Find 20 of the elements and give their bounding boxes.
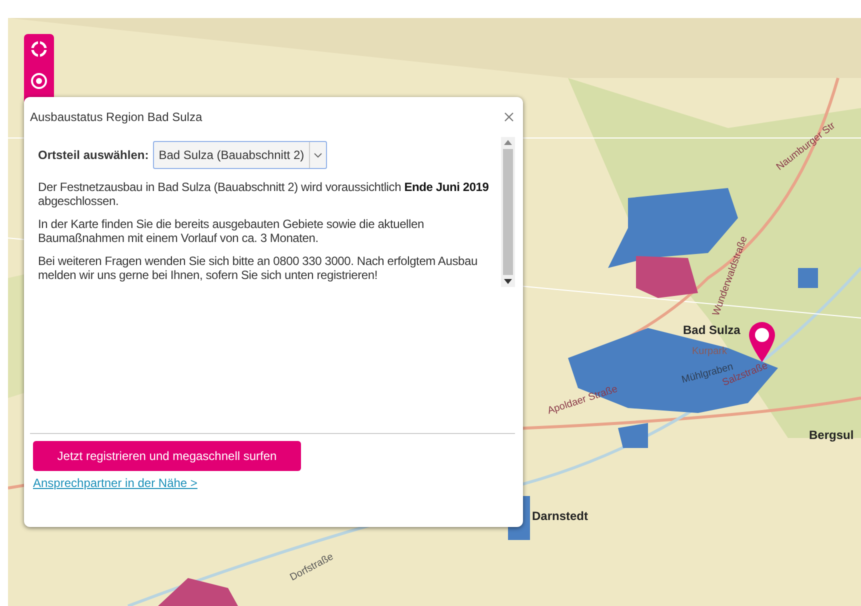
district-select[interactable]: Bad Sulza (Bauabschnitt 2) — [152, 141, 328, 169]
target-icon[interactable] — [30, 72, 48, 90]
info-paragraph: Der Festnetzausbau in Bad Sulza (Bauabschnitt 2) wird voraussichtlich Ende Juni 2019 abgeschlossen. — [38, 180, 490, 208]
register-button[interactable]: Jetzt registrieren und megaschnell surfen — [33, 441, 301, 471]
scroll-down-icon[interactable] — [504, 279, 512, 284]
scroll-up-icon[interactable] — [504, 140, 512, 145]
dialog-title: Ausbaustatus Region Bad Sulza — [30, 110, 202, 124]
info-paragraph: In der Karte finden Sie die bereits ausgebauten Gebiete sowie die aktuellen Baumaßnahmen mit einem Vorlauf von ca. 3 Monaten. — [38, 217, 425, 245]
map-label: Bergsul — [809, 428, 854, 442]
contact-link[interactable]: Ansprechpartner in der Nähe > — [33, 476, 198, 490]
scrollbar[interactable] — [501, 137, 515, 287]
select-label: Ortsteil auswählen: — [38, 148, 149, 162]
close-icon[interactable] — [503, 111, 515, 123]
map-pin-icon — [749, 322, 775, 362]
locate-icon[interactable] — [30, 40, 48, 58]
map-label: Darnstedt — [532, 509, 588, 523]
chevron-icon — [314, 152, 322, 158]
info-paragraph: Bei weiteren Fragen wenden Sie sich bitte an 0800 330 3000. Nach erfolgtem Ausbau melden wir uns gerne bei Ihnen, sofern Sie sich unten registrieren! — [38, 254, 478, 282]
map-label: Bad Sulza — [683, 323, 740, 337]
map-label: Kurpark — [692, 346, 728, 357]
